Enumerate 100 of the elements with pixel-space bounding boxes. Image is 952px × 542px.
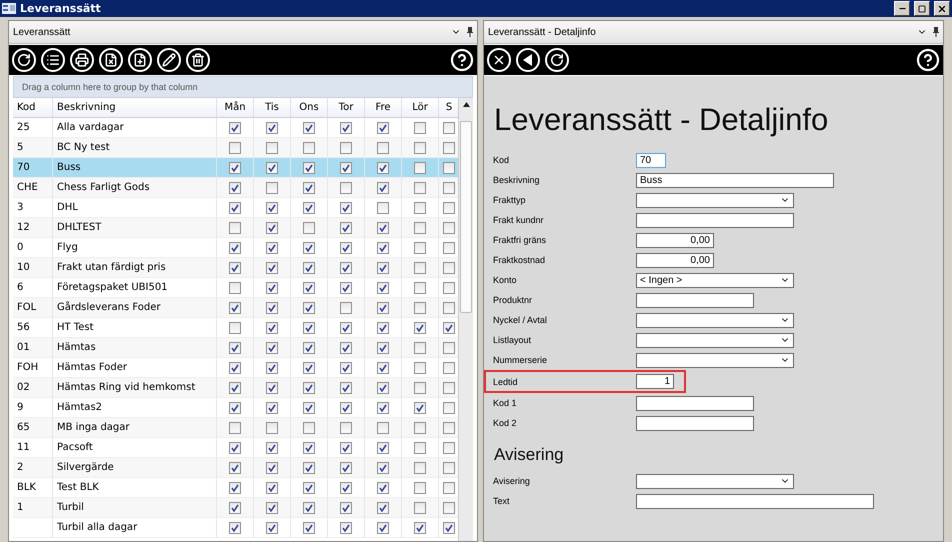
checkbox[interactable] — [340, 142, 352, 154]
checkbox[interactable] — [340, 482, 352, 494]
checkbox[interactable] — [443, 122, 455, 134]
checkbox[interactable] — [303, 522, 315, 534]
dropdown-field[interactable] — [636, 332, 794, 348]
checkbox[interactable] — [303, 142, 315, 154]
checkbox[interactable] — [443, 422, 455, 434]
minimize-button[interactable] — [894, 1, 910, 16]
checkbox[interactable] — [229, 262, 241, 274]
checkbox[interactable] — [377, 222, 389, 234]
checkbox[interactable] — [443, 442, 455, 454]
checkbox[interactable] — [414, 202, 426, 214]
checkbox[interactable] — [377, 142, 389, 154]
checkbox[interactable] — [229, 442, 241, 454]
checkbox[interactable] — [266, 362, 278, 374]
column-header[interactable]: Mån — [217, 98, 254, 118]
checkbox[interactable] — [340, 322, 352, 334]
checkbox[interactable] — [266, 162, 278, 174]
checkbox[interactable] — [443, 482, 455, 494]
checkbox[interactable] — [340, 402, 352, 414]
column-header[interactable]: Fre — [365, 98, 402, 118]
checkbox[interactable] — [266, 502, 278, 514]
pencil-button[interactable] — [157, 48, 181, 72]
checkbox[interactable] — [266, 482, 278, 494]
checkbox[interactable] — [266, 382, 278, 394]
checkbox[interactable] — [443, 222, 455, 234]
dropdown-field[interactable] — [636, 192, 794, 208]
column-header[interactable]: Lör — [402, 98, 439, 118]
checkbox[interactable] — [340, 442, 352, 454]
checkbox[interactable] — [414, 162, 426, 174]
column-header[interactable]: Ons — [291, 98, 328, 118]
maximize-button[interactable] — [914, 1, 930, 16]
checkbox[interactable] — [303, 262, 315, 274]
checkbox[interactable] — [303, 442, 315, 454]
checkbox[interactable] — [414, 302, 426, 314]
checkbox[interactable] — [340, 382, 352, 394]
checkbox[interactable] — [266, 202, 278, 214]
dropdown-field[interactable] — [636, 352, 794, 368]
checkbox[interactable] — [443, 362, 455, 374]
checkbox[interactable] — [443, 462, 455, 474]
checkbox[interactable] — [340, 462, 352, 474]
checkbox[interactable] — [443, 522, 455, 534]
checkbox[interactable] — [377, 482, 389, 494]
checkbox[interactable] — [229, 522, 241, 534]
checkbox[interactable] — [303, 462, 315, 474]
checkbox[interactable] — [377, 262, 389, 274]
checkbox[interactable] — [377, 162, 389, 174]
checkbox[interactable] — [266, 322, 278, 334]
checkbox[interactable] — [340, 202, 352, 214]
checkbox[interactable] — [229, 142, 241, 154]
checkbox[interactable] — [414, 482, 426, 494]
checkbox[interactable] — [377, 342, 389, 354]
checkbox[interactable] — [414, 142, 426, 154]
checkbox[interactable] — [377, 182, 389, 194]
checkbox[interactable] — [229, 382, 241, 394]
scrollbar[interactable] — [458, 98, 473, 541]
list-settings-button[interactable] — [41, 48, 65, 72]
checkbox[interactable] — [303, 362, 315, 374]
checkbox[interactable] — [303, 402, 315, 414]
checkbox[interactable] — [266, 302, 278, 314]
checkbox[interactable] — [229, 402, 241, 414]
checkbox[interactable] — [229, 302, 241, 314]
checkbox[interactable] — [414, 402, 426, 414]
input-field[interactable] — [636, 292, 754, 308]
checkbox[interactable] — [414, 222, 426, 234]
checkbox[interactable] — [443, 342, 455, 354]
checkbox[interactable] — [414, 282, 426, 294]
checkbox[interactable] — [303, 482, 315, 494]
close-button[interactable] — [487, 48, 511, 72]
dropdown-field[interactable] — [636, 474, 794, 488]
checkbox[interactable] — [303, 382, 315, 394]
checkbox[interactable] — [340, 162, 352, 174]
checkbox[interactable] — [303, 162, 315, 174]
help-button[interactable] — [450, 48, 474, 72]
input-field[interactable]: Buss — [636, 172, 834, 188]
checkbox[interactable] — [414, 382, 426, 394]
checkbox[interactable] — [443, 242, 455, 254]
checkbox[interactable] — [303, 282, 315, 294]
checkbox[interactable] — [266, 142, 278, 154]
checkbox[interactable] — [229, 322, 241, 334]
checkbox[interactable] — [443, 142, 455, 154]
close-button[interactable] — [934, 1, 950, 16]
checkbox[interactable] — [229, 362, 241, 374]
checkbox[interactable] — [377, 362, 389, 374]
checkbox[interactable] — [340, 222, 352, 234]
checkbox[interactable] — [229, 122, 241, 134]
checkbox[interactable] — [414, 522, 426, 534]
checkbox[interactable] — [340, 342, 352, 354]
checkbox[interactable] — [266, 182, 278, 194]
checkbox[interactable] — [377, 302, 389, 314]
dropdown-field[interactable] — [636, 312, 794, 328]
checkbox[interactable] — [377, 422, 389, 434]
checkbox[interactable] — [443, 162, 455, 174]
checkbox[interactable] — [229, 202, 241, 214]
checkbox[interactable] — [229, 502, 241, 514]
checkbox[interactable] — [414, 362, 426, 374]
checkbox[interactable] — [229, 482, 241, 494]
input-field[interactable]: 0,00 — [636, 232, 714, 248]
checkbox[interactable] — [340, 422, 352, 434]
checkbox[interactable] — [414, 182, 426, 194]
